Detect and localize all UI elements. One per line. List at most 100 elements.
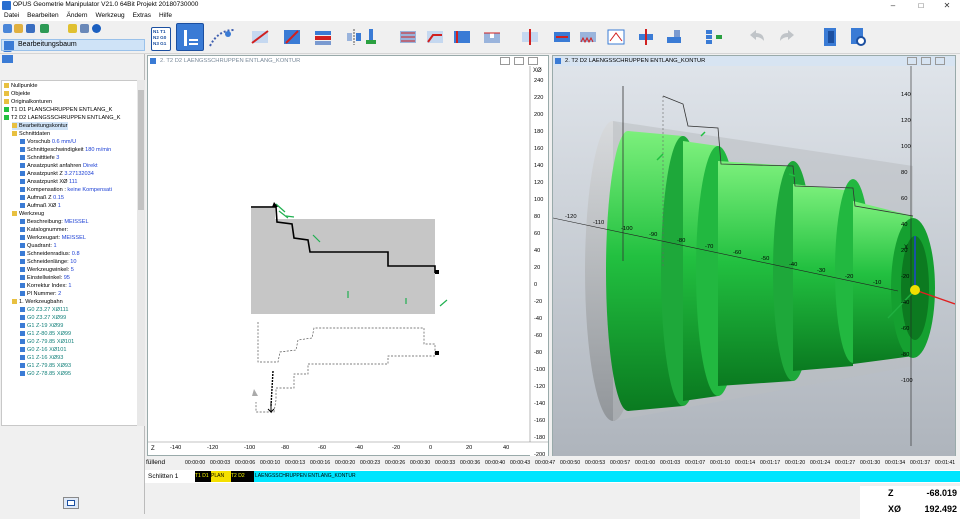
track-segment-t1[interactable]: T1 D1 [195,471,211,482]
toolpath-icon[interactable] [208,26,236,50]
save-icon[interactable] [26,24,35,33]
tree-item[interactable]: Schnitttiefe 3 [20,154,59,162]
tree-header[interactable]: Bearbeitungsbaum [1,39,145,51]
tree-item[interactable]: Aufmaß Z 0.15 [20,194,64,202]
panel-view-button[interactable] [63,497,79,509]
pane2-minimize[interactable] [907,57,917,65]
view-3d-pane[interactable]: 2. T2 D2 LAENGSSCHRUPPEN ENTLANG_KONTUR [552,55,956,456]
track-segment-t2[interactable]: T2 D2 [231,471,254,482]
tree-item[interactable]: T2 D2 LAENGSSCHRUPPEN ENTLANG_K [4,114,120,122]
redo-icon[interactable] [776,27,796,47]
cycle-icon[interactable] [606,27,626,47]
tools-icon[interactable] [80,24,89,33]
tree-item[interactable]: G1 Z-80.85 XØ99 [20,330,71,338]
tree-item[interactable]: Pl Nummer: 2 [20,290,61,298]
finishing-icon[interactable] [425,27,445,47]
tool-insert-icon[interactable] [361,27,381,47]
tree-item[interactable]: Ansatzpunkt Z 3.27132034 [20,170,94,178]
menu-bearbeiten[interactable]: Bearbeiten [27,11,58,21]
tree-scroll-thumb[interactable] [138,90,144,210]
pane1-minimize[interactable] [500,57,510,65]
item-icon [20,203,25,209]
pane2-close[interactable] [935,57,945,65]
view-2d-pane[interactable]: 2. T2 D2 LAENGSSCHRUPPEN ENTLANG_KONTUR [147,55,549,458]
close-button[interactable]: ✕ [934,0,960,11]
help-icon[interactable] [92,24,101,33]
tree-item[interactable]: Objekte [4,90,30,98]
parting-icon[interactable] [520,27,540,47]
tree-item-label: Beschreibung: [27,219,63,225]
tree-item[interactable]: Ansatzpunkt XØ 111 [20,178,77,186]
open-folder-icon[interactable] [14,24,23,33]
tree-view[interactable]: Nullpunkte Objekte Originalkonturen T1 D1 P… [1,80,138,426]
tree-item[interactable]: Quadrant: 1 [20,242,57,250]
contour-icon[interactable] [250,27,270,47]
tailstock-icon[interactable] [636,27,656,47]
tree-item[interactable]: Originalkonturen [4,98,52,106]
tree-item[interactable]: Schnittgeschwindigkeit 180 m/min [20,146,111,154]
tree-item[interactable]: Bearbeitungskontur [12,122,68,130]
tree-item[interactable]: Beschreibung: MEISSEL [20,218,89,226]
tree-item[interactable]: Werkzeugwinkel: 5 [20,266,74,274]
undo-icon[interactable] [748,27,768,47]
tree-item[interactable]: G0 Z3.27 XØ111 [20,306,68,314]
menu-hilfe[interactable]: Hilfe [159,11,172,21]
pane1-close[interactable] [528,57,538,65]
tree-item[interactable]: G0 Z-16 XØ101 [20,346,67,354]
tree-item[interactable]: 1. Werkzeugbahn [12,298,63,306]
tree-item[interactable]: Ansatzpunkt anfahren Direkt [20,162,98,170]
timeline-ruler[interactable]: füllend 00:00:00 00:00:03 00:00:06 00:00:10… [145,458,960,468]
tree-item[interactable]: G0 Z-79.85 XØ101 [20,338,74,346]
roughing-icon[interactable] [398,27,418,47]
tree-item[interactable]: Einstellwinkel: 95 [20,274,70,282]
tree-item[interactable]: Katalognummer: [20,226,68,234]
tree-item[interactable]: Schneidenradius: 0.8 [20,250,80,258]
drilling-icon[interactable] [552,27,572,47]
track-segment-plan[interactable]: PLAN [211,471,231,482]
edit-contour-icon[interactable] [282,27,302,47]
grooving-icon[interactable] [482,27,502,47]
tree-item[interactable]: Aufmaß XØ 1 [20,202,61,210]
nc-code-icon[interactable]: N1 T1 N2 G0 N3 G1 [151,27,171,51]
layers-icon[interactable] [313,27,333,47]
tree-item[interactable]: G1 Z-79.85 XØ93 [20,362,71,370]
clamp-icon[interactable] [664,27,684,47]
tree-item[interactable]: Vorschub 0.6 mm/U [20,138,76,146]
tree-item[interactable]: T1 D1 PLANSCHRUPPEN ENTLANG_K [4,106,112,114]
key-icon[interactable] [68,24,77,33]
slide-track[interactable]: Schlitten 1 T1 D1 PLAN T2 D2 LAENGSSCHRU… [145,470,960,483]
minimize-button[interactable]: – [880,0,906,11]
export-icon[interactable] [40,24,49,33]
menu-werkzeug[interactable]: Werkzeug [95,11,124,21]
pane2-restore[interactable] [921,57,931,65]
tree-item[interactable]: Werkzeugart: MEISSEL [20,234,86,242]
pane1-restore[interactable] [514,57,524,65]
tree-item[interactable]: Korrektur Index: 1 [20,282,71,290]
tree-item[interactable]: Schneidenlänge: 10 [20,258,76,266]
simulation-view-icon[interactable] [176,23,204,51]
maximize-button[interactable]: □ [908,0,934,11]
menu-aendern[interactable]: Ändern [67,11,88,21]
new-file-icon[interactable] [3,24,12,33]
view-3d-canvas[interactable] [553,66,955,456]
menu-datei[interactable]: Datei [4,11,19,21]
tree-item[interactable]: Schnittdaten [12,130,50,138]
document-search-icon[interactable] [848,26,868,46]
pane2-y-tick: 140 [901,92,911,98]
view-2d-canvas[interactable] [148,66,548,456]
tree-item[interactable]: G1 Z-16 XØ93 [20,354,63,362]
facing-icon[interactable] [452,27,472,47]
tree-scrollbar[interactable] [137,80,145,426]
tree-item[interactable]: G1 Z-19 XØ99 [20,322,63,330]
tree-item[interactable]: Kompensation : keine Kompensati [20,186,112,194]
threading-icon[interactable] [578,27,598,47]
tree-item-label: T2 D2 LAENGSSCHRUPPEN ENTLANG_K [11,115,121,121]
tree-item[interactable]: Nullpunkte [4,82,37,90]
menu-extras[interactable]: Extras [133,11,151,21]
tree-item[interactable]: Werkzeug [12,210,44,218]
tree-item[interactable]: G0 Z3.27 XØ99 [20,314,66,322]
exit-door-icon[interactable] [820,26,840,46]
structure-icon[interactable] [704,27,724,47]
item-icon [20,139,25,145]
tree-item[interactable]: G0 Z-78.85 XØ95 [20,370,71,378]
